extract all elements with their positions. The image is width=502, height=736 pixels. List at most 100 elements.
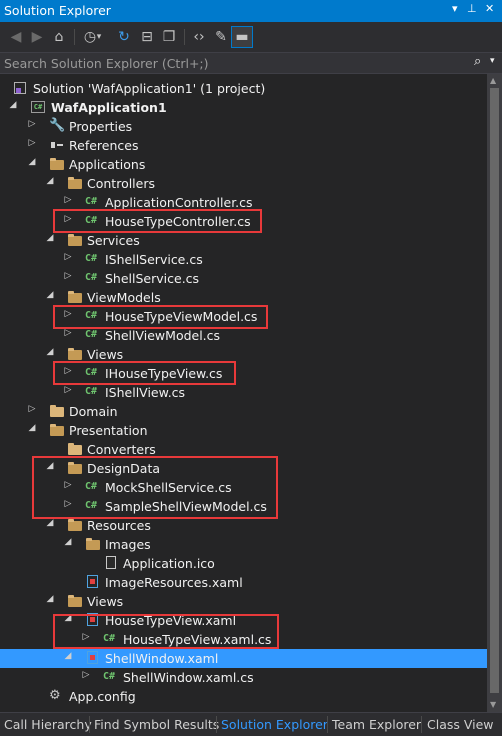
expand-arrow-icon[interactable]: ▷ — [26, 404, 38, 414]
tree-item-file[interactable]: ▷ C# HouseTypeController.cs — [0, 212, 487, 231]
tree-item-folder[interactable]: ◢ Presentation — [0, 421, 487, 440]
refresh-icon[interactable]: ↻ — [114, 27, 134, 47]
view-code-icon[interactable]: ‹› — [189, 27, 209, 47]
csharp-file-icon: C# — [85, 272, 98, 283]
expand-arrow-icon[interactable]: ▷ — [62, 385, 74, 395]
tree-item-folder[interactable]: ◢ Views — [0, 345, 487, 364]
collapse-arrow-icon[interactable]: ◢ — [44, 290, 56, 300]
forward-icon[interactable]: ▶ — [27, 27, 47, 47]
tree-item-properties[interactable]: ▷ 🔧 Properties — [0, 117, 487, 136]
expand-arrow-icon[interactable]: ▷ — [80, 670, 92, 680]
search-options-dropdown-icon[interactable]: ▾ — [490, 56, 495, 66]
tree-item-file[interactable]: ▷ C# SampleShellViewModel.cs — [0, 497, 487, 516]
tree-item-references[interactable]: ▷ References — [0, 136, 487, 155]
expand-arrow-icon[interactable]: ▷ — [80, 632, 92, 642]
collapse-arrow-icon[interactable]: ◢ — [26, 423, 38, 433]
tree-item-label: Solution 'WafApplication1' (1 project) — [33, 81, 266, 96]
tree-item-label: Properties — [69, 119, 133, 134]
scroll-up-icon[interactable]: ▲ — [490, 76, 496, 85]
tree-item-folder[interactable]: ◢ ViewModels — [0, 288, 487, 307]
expand-arrow-icon[interactable]: ▷ — [62, 195, 74, 205]
title-bar: Solution Explorer ▾ ⊥ ✕ — [0, 0, 502, 22]
tree-item-file[interactable]: Application.ico — [0, 554, 487, 573]
collapse-arrow-icon[interactable]: ◢ — [44, 233, 56, 243]
tab-class-view[interactable]: Class View — [427, 717, 494, 732]
collapse-arrow-icon[interactable]: ◢ — [44, 594, 56, 604]
pin-icon[interactable]: ⊥ — [467, 2, 477, 15]
expand-arrow-icon[interactable]: ▷ — [62, 480, 74, 490]
tree-item-label: MockShellService.cs — [105, 480, 232, 495]
tree-item-file[interactable]: ▷ C# IShellView.cs — [0, 383, 487, 402]
expand-arrow-icon[interactable]: ▷ — [26, 119, 38, 129]
tree-item-solution[interactable]: Solution 'WafApplication1' (1 project) — [0, 79, 487, 98]
search-input[interactable] — [4, 55, 444, 71]
expand-arrow-icon[interactable]: ▷ — [62, 214, 74, 224]
tree-item-folder[interactable]: Converters — [0, 440, 487, 459]
tree-item-folder[interactable]: ▷ Domain — [0, 402, 487, 421]
show-all-files-icon[interactable]: ❐ — [159, 27, 179, 47]
expand-arrow-icon[interactable]: ▷ — [62, 366, 74, 376]
collapse-arrow-icon[interactable]: ◢ — [44, 461, 56, 471]
tree-item-folder[interactable]: ◢ Applications — [0, 155, 487, 174]
collapse-arrow-icon[interactable]: ◢ — [62, 651, 74, 661]
tab-team-explorer[interactable]: Team Explorer — [332, 717, 421, 732]
home-icon[interactable]: ⌂ — [49, 27, 69, 47]
tab-separator — [216, 716, 217, 733]
tree-item-file[interactable]: ImageResources.xaml — [0, 573, 487, 592]
search-icon[interactable]: ⌕ — [474, 54, 481, 69]
tree-item-label: SampleShellViewModel.cs — [105, 499, 267, 514]
tab-solution-explorer[interactable]: Solution Explorer — [221, 717, 328, 732]
tree-item-file[interactable]: ▷ C# MockShellService.cs — [0, 478, 487, 497]
csharp-file-icon: C# — [85, 386, 98, 397]
tree-item-label: ApplicationController.cs — [105, 195, 253, 210]
expand-arrow-icon[interactable]: ▷ — [62, 499, 74, 509]
tree-item-folder[interactable]: ◢ Resources — [0, 516, 487, 535]
tab-separator — [327, 716, 328, 733]
tree-item-file[interactable]: ◢ HouseTypeView.xaml — [0, 611, 487, 630]
collapse-arrow-icon[interactable]: ◢ — [26, 157, 38, 167]
tree-item-file[interactable]: ▷ C# IHouseTypeView.cs — [0, 364, 487, 383]
back-icon[interactable]: ◀ — [6, 27, 26, 47]
collapse-arrow-icon[interactable]: ◢ — [44, 518, 56, 528]
tree-item-label: Presentation — [69, 423, 148, 438]
tree-item-file[interactable]: ▷ C# IShellService.cs — [0, 250, 487, 269]
tree-item-folder[interactable]: ◢ Services — [0, 231, 487, 250]
tree-item-file[interactable]: ▷ C# ApplicationController.cs — [0, 193, 487, 212]
collapse-arrow-icon[interactable]: ◢ — [62, 537, 74, 547]
tree-item-folder[interactable]: ◢ Controllers — [0, 174, 487, 193]
history-dropdown-icon[interactable]: ▾ — [94, 27, 104, 47]
tree-item-folder[interactable]: ◢ Views — [0, 592, 487, 611]
tree-item-folder[interactable]: ◢ DesignData — [0, 459, 487, 478]
collapse-arrow-icon[interactable]: ◢ — [44, 347, 56, 357]
window-menu-dropdown[interactable]: ▾ — [452, 2, 458, 15]
tree-item-file-selected[interactable]: ◢ ShellWindow.xaml — [0, 649, 487, 668]
tree-item-file[interactable]: ▷ C# HouseTypeView.xaml.cs — [0, 630, 487, 649]
tree-item-file[interactable]: ▷ C# ShellViewModel.cs — [0, 326, 487, 345]
collapse-arrow-icon[interactable]: ◢ — [7, 100, 19, 110]
tree-item-file[interactable]: ▷ C# ShellWindow.xaml.cs — [0, 668, 487, 687]
tree-item-project[interactable]: ◢ C# WafApplication1 — [0, 98, 487, 117]
scroll-down-icon[interactable]: ▼ — [490, 700, 496, 709]
expand-arrow-icon[interactable]: ▷ — [62, 271, 74, 281]
solution-icon — [12, 80, 28, 96]
tree-item-file[interactable]: ▷ C# HouseTypeViewModel.cs — [0, 307, 487, 326]
expand-arrow-icon[interactable]: ▷ — [62, 252, 74, 262]
tree-item-folder[interactable]: ◢ Images — [0, 535, 487, 554]
vertical-scrollbar[interactable]: ▲ ▼ — [487, 74, 502, 714]
preview-selected-items-icon[interactable]: ▬ — [231, 26, 253, 48]
file-icon — [103, 555, 119, 571]
expand-arrow-icon[interactable]: ▷ — [26, 138, 38, 148]
expand-arrow-icon[interactable]: ▷ — [62, 328, 74, 338]
tab-find-symbol-results[interactable]: Find Symbol Results — [94, 717, 219, 732]
tree-item-file[interactable]: ▷ C# ShellService.cs — [0, 269, 487, 288]
tab-call-hierarchy[interactable]: Call Hierarchy — [4, 717, 92, 732]
close-icon[interactable]: ✕ — [485, 2, 494, 15]
properties-icon[interactable]: ✎ — [211, 27, 231, 47]
collapse-arrow-icon[interactable]: ◢ — [62, 613, 74, 623]
scrollbar-thumb[interactable] — [490, 88, 499, 693]
collapse-arrow-icon[interactable]: ◢ — [44, 176, 56, 186]
collapse-all-icon[interactable]: ⊟ — [137, 27, 157, 47]
tree-item-label: ShellService.cs — [105, 271, 200, 286]
tree-item-file[interactable]: ⚙ App.config — [0, 687, 487, 706]
expand-arrow-icon[interactable]: ▷ — [62, 309, 74, 319]
